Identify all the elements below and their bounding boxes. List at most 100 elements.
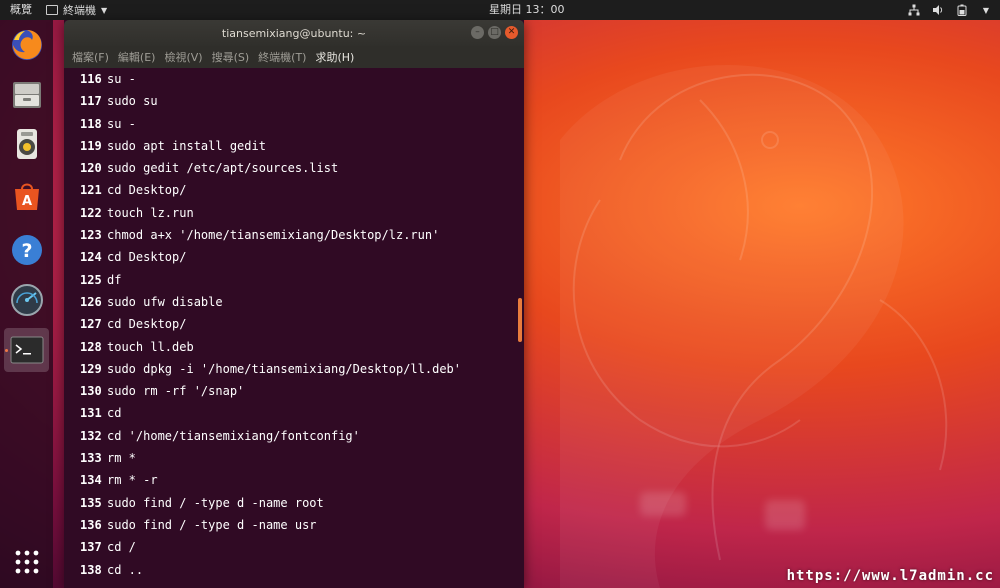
history-line: 126 sudo ufw disable	[80, 291, 532, 313]
menu-help[interactable]: 求助(H)	[315, 49, 354, 65]
chevron-down-icon: ▼	[101, 5, 108, 15]
line-number: 124	[80, 250, 102, 265]
help-icon: ?	[11, 235, 42, 265]
volume-icon[interactable]	[932, 4, 944, 16]
scrollbar-thumb[interactable]	[518, 298, 522, 342]
line-command: cd /	[107, 540, 136, 555]
app-grid-icon	[15, 550, 38, 574]
dock-item-help[interactable]: ?	[4, 228, 49, 272]
line-command: rm *	[107, 451, 136, 466]
chevron-down-icon[interactable]: ▼	[980, 4, 992, 16]
terminal-icon	[10, 336, 43, 364]
line-number: 132	[80, 428, 102, 443]
software-center-icon: A	[14, 183, 39, 210]
dock-item-system-monitor[interactable]	[4, 278, 49, 322]
terminal-scrollbar[interactable]	[516, 68, 524, 588]
watermark-text: https://www.l7admin.cc	[786, 568, 994, 584]
history-line: 138 cd ..	[80, 559, 532, 581]
maximize-button[interactable]: □	[488, 26, 501, 39]
line-number: 136	[80, 517, 102, 532]
close-button[interactable]: ✕	[505, 26, 518, 39]
line-command: cd Desktop/	[107, 317, 187, 332]
terminal-output[interactable]: 116 su - 117 sudo su 118 su - 119 sudo apt i…	[64, 68, 532, 588]
window-controls: – □ ✕	[471, 26, 518, 39]
rhythmbox-icon	[16, 129, 37, 159]
line-command: sudo apt install gedit	[107, 138, 266, 153]
line-number: 126	[80, 294, 102, 309]
top-bar: 概覽 終端機 ▼ 星期日 13：00 ▼	[0, 0, 1000, 20]
menu-terminal[interactable]: 終端機(T)	[258, 49, 306, 65]
line-number: 120	[80, 161, 102, 176]
svg-text:A: A	[21, 194, 31, 209]
running-indicator	[5, 349, 8, 352]
app-menu[interactable]: 終端機 ▼	[42, 2, 111, 18]
history-line: 125 df	[80, 269, 532, 291]
line-command: sudo ufw disable	[107, 294, 223, 309]
dock-item-rhythmbox[interactable]	[4, 122, 49, 166]
history-line: 122 touch lz.run	[80, 202, 532, 224]
network-icon[interactable]	[908, 4, 920, 16]
line-number: 133	[80, 451, 102, 466]
history-line: 130 sudo rm -rf '/snap'	[80, 380, 532, 402]
minimize-button[interactable]: –	[471, 26, 484, 39]
desktop-blurred-icon	[640, 492, 686, 516]
history-line: 123 chmod a+x '/home/tiansemixiang/Deskto…	[80, 224, 532, 246]
history-line: 136 sudo find / -type d -name usr	[80, 514, 532, 536]
history-line: 129 sudo dpkg -i '/home/tiansemixiang/Des…	[80, 358, 532, 380]
line-number: 127	[80, 317, 102, 332]
files-icon	[12, 82, 41, 108]
line-command: sudo su	[107, 94, 158, 109]
menu-file[interactable]: 檔案(F)	[72, 49, 109, 65]
history-line: 134 rm * -r	[80, 469, 532, 491]
line-number: 122	[80, 205, 102, 220]
line-command: su -	[107, 72, 136, 86]
line-number: 118	[80, 116, 102, 131]
history-line: 132 cd '/home/tiansemixiang/fontconfig'	[80, 425, 532, 447]
history-line: 117 sudo su	[80, 90, 532, 112]
line-number: 137	[80, 540, 102, 555]
line-number: 125	[80, 272, 102, 287]
terminal-titlebar[interactable]: tiansemixiang@ubuntu: ~ – □ ✕	[64, 20, 524, 46]
line-command: cd	[107, 406, 122, 421]
window-title: tiansemixiang@ubuntu: ~	[221, 26, 367, 40]
terminal-menubar: 檔案(F) 編輯(E) 檢視(V) 搜尋(S) 終端機(T) 求助(H)	[64, 46, 524, 68]
system-tray[interactable]: ▼	[908, 0, 992, 20]
battery-icon[interactable]	[956, 4, 968, 16]
line-command: touch lz.run	[107, 205, 194, 220]
dock-item-firefox[interactable]	[4, 23, 49, 67]
line-command: su -	[107, 116, 136, 131]
line-number: 116	[80, 72, 102, 86]
line-number: 121	[80, 183, 102, 198]
dock-item-files[interactable]	[4, 72, 49, 116]
menu-edit[interactable]: 編輯(E)	[118, 49, 156, 65]
line-command: cd ..	[107, 562, 144, 577]
line-command: sudo rm -rf '/snap'	[107, 384, 245, 399]
history-line: 121 cd Desktop/	[80, 179, 532, 201]
terminal-mini-icon	[46, 5, 58, 15]
line-number: 134	[80, 473, 102, 488]
firefox-icon	[11, 30, 42, 60]
history-line: 128 touch ll.deb	[80, 336, 532, 358]
clock[interactable]: 星期日 13：00	[489, 0, 565, 20]
app-menu-label: 終端機	[63, 4, 96, 17]
history-line: 137 cd /	[80, 536, 532, 558]
show-applications-button[interactable]	[4, 540, 49, 584]
line-number: 131	[80, 406, 102, 421]
terminal-window[interactable]: tiansemixiang@ubuntu: ~ – □ ✕ 檔案(F) 編輯(E…	[64, 20, 524, 588]
line-command: sudo gedit /etc/apt/sources.list	[107, 161, 339, 176]
line-number: 119	[80, 138, 102, 153]
line-command: touch ll.deb	[107, 339, 194, 354]
line-command: cd Desktop/	[107, 250, 187, 265]
system-monitor-icon	[10, 284, 43, 316]
line-command: sudo find / -type d -name usr	[107, 517, 317, 532]
dock-item-terminal[interactable]	[4, 328, 49, 372]
line-command: df	[107, 272, 122, 287]
activities-button[interactable]: 概覽	[0, 0, 42, 20]
line-command: sudo dpkg -i '/home/tiansemixiang/Deskto…	[107, 361, 462, 376]
dock-item-software[interactable]: A	[4, 173, 49, 217]
line-number: 135	[80, 495, 102, 510]
menu-search[interactable]: 搜尋(S)	[212, 49, 250, 65]
line-number: 117	[80, 94, 102, 109]
history-line: 133 rm *	[80, 447, 532, 469]
menu-view[interactable]: 檢視(V)	[164, 49, 202, 65]
